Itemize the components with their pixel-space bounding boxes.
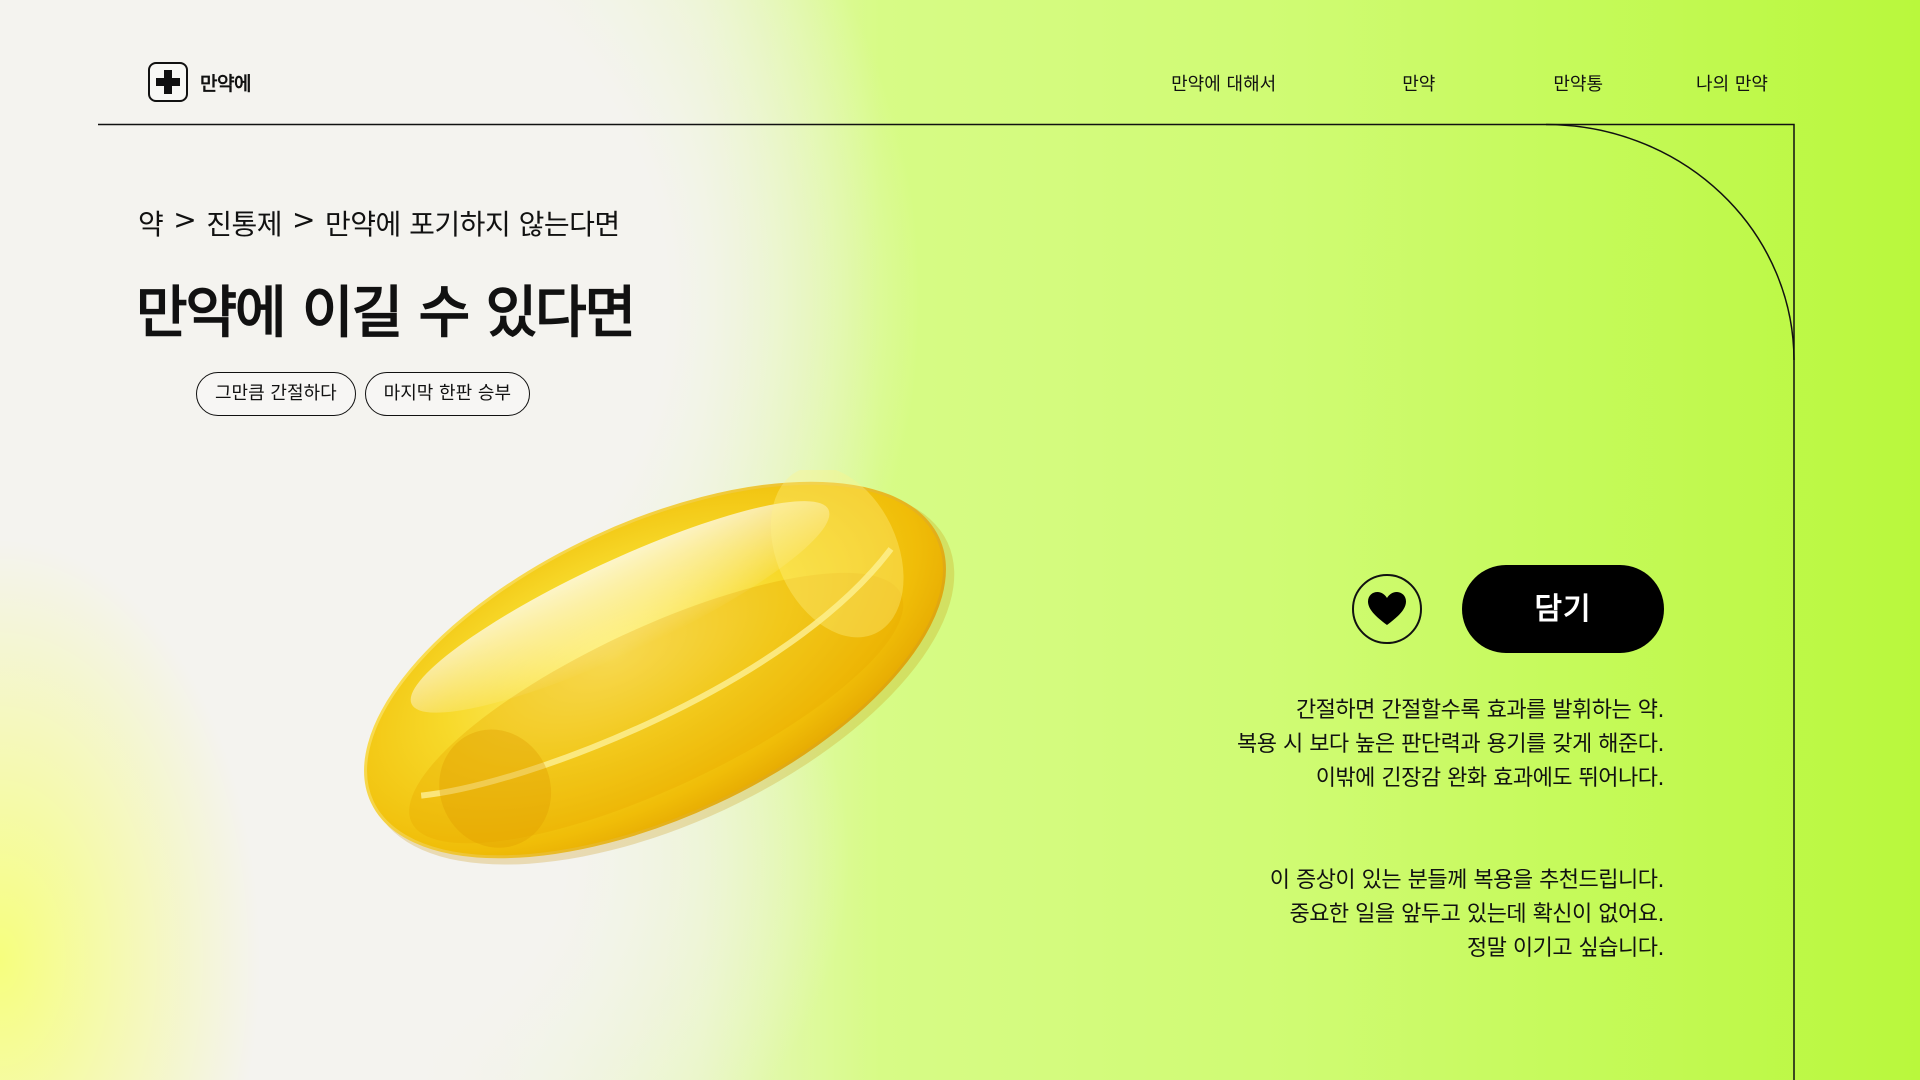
nav-pillbox[interactable]: 만약통 bbox=[1553, 70, 1603, 96]
nav-about[interactable]: 만약에 대해서 bbox=[1171, 70, 1276, 96]
breadcrumb-separator: > bbox=[173, 203, 197, 236]
favorite-button[interactable] bbox=[1352, 574, 1422, 644]
breadcrumb-item[interactable]: 진통제 bbox=[206, 203, 282, 243]
product-description: 간절하면 간절할수록 효과를 발휘하는 약. 복용 시 보다 높은 판단력과 용… bbox=[1236, 694, 1665, 796]
description-line: 이밖에 긴장감 완화 효과에도 뛰어나다. bbox=[1315, 766, 1665, 791]
description-line: 간절하면 간절할수록 효과를 발휘하는 약. bbox=[1295, 698, 1665, 723]
medical-cross-icon bbox=[148, 62, 188, 102]
page-title: 만약에 이길 수 있다면 bbox=[136, 281, 636, 346]
breadcrumb: 약 > 진통제 > 만약에 포기하지 않는다면 bbox=[138, 203, 620, 243]
heart-icon bbox=[1368, 592, 1406, 625]
tag-chip[interactable]: 그만큼 간절하다 bbox=[196, 372, 356, 416]
nav-my-medicine[interactable]: 나의 만약 bbox=[1696, 70, 1768, 96]
capsule-illustration bbox=[364, 466, 955, 865]
recommendation-line: 정말 이기고 싶습니다. bbox=[1466, 936, 1665, 961]
breadcrumb-separator: > bbox=[292, 203, 315, 236]
tag-list: 그만큼 간절하다 마지막 한판 승부 bbox=[196, 372, 531, 416]
recommendation-line: 이 증상이 있는 분들께 복용을 추천드립니다. bbox=[1269, 868, 1665, 893]
breadcrumb-item[interactable]: 약 bbox=[138, 203, 164, 243]
main-nav: 만약에 대해서 만약 만약통 나의 만약 bbox=[1171, 70, 1768, 96]
add-to-cart-button[interactable]: 담기 bbox=[1462, 565, 1664, 653]
breadcrumb-item-current: 만약에 포기하지 않는다면 bbox=[324, 208, 620, 241]
nav-products[interactable]: 만약 bbox=[1402, 70, 1435, 96]
tag-chip[interactable]: 마지막 한판 승부 bbox=[364, 372, 531, 416]
description-line: 복용 시 보다 높은 판단력과 용기를 갖게 해준다. bbox=[1236, 732, 1665, 757]
product-image bbox=[350, 466, 1000, 870]
brand-name: 만약에 bbox=[200, 72, 251, 95]
brand-logo[interactable]: 만약에 bbox=[148, 62, 251, 102]
recommendation-line: 중요한 일을 앞두고 있는데 확신이 없어요. bbox=[1289, 902, 1664, 927]
product-recommendation: 이 증상이 있는 분들께 복용을 추천드립니다. 중요한 일을 앞두고 있는데 … bbox=[1269, 864, 1665, 966]
